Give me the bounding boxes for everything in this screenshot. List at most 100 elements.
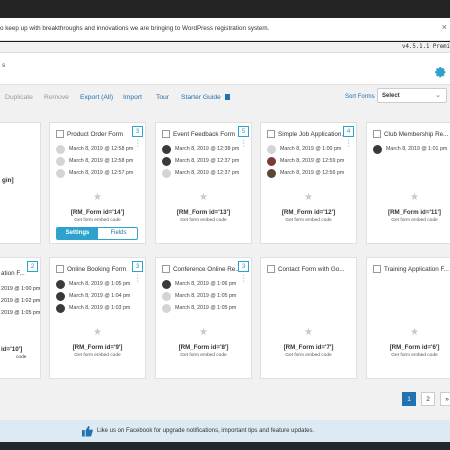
gear-icon[interactable] <box>433 65 447 79</box>
embed-code-link[interactable]: code <box>16 355 26 360</box>
embed-code-link[interactable]: Get form embed code <box>261 218 356 223</box>
form-select-checkbox[interactable] <box>267 265 275 273</box>
submission-count-badge[interactable]: 5 <box>238 126 249 137</box>
star-icon[interactable]: ★ <box>261 327 356 338</box>
export-all-button[interactable]: Export (All) <box>80 94 113 101</box>
submission-date: March 8, 2019 @ 12:59 pm <box>280 158 345 164</box>
submission-count-badge[interactable]: 3 <box>132 261 143 272</box>
form-title[interactable]: Contact Form with Go... <box>278 266 356 273</box>
more-options-icon[interactable]: · · · <box>137 137 139 150</box>
page-button-1[interactable]: 1 <box>402 392 416 406</box>
form-title[interactable]: Online Booking Form <box>67 266 135 273</box>
form-title[interactable]: Product Order Form <box>67 131 135 138</box>
embed-code-link[interactable]: Get form embed code <box>261 353 356 358</box>
form-select-checkbox[interactable] <box>56 130 64 138</box>
form-title[interactable]: Club Membership Re... <box>384 131 450 138</box>
page-button-2[interactable]: 2 <box>421 392 435 406</box>
submission-date: March 8, 2019 @ 1:05 pm <box>175 293 237 299</box>
form-select-checkbox[interactable] <box>162 265 170 273</box>
form-title[interactable]: Training Application F... <box>384 266 450 273</box>
embed-code-link[interactable]: Get form embed code <box>50 218 145 223</box>
submission-date: March 8, 2019 @ 12:57 pm <box>69 170 134 176</box>
form-select-checkbox[interactable] <box>373 265 381 273</box>
import-button[interactable]: Import <box>123 94 142 101</box>
submission-count-badge[interactable]: 3 <box>238 261 249 272</box>
sort-forms-label: Sort Forms <box>345 94 375 100</box>
chevron-down-icon: ⌄ <box>435 92 441 99</box>
more-options-icon[interactable]: · · · <box>137 272 139 285</box>
more-options-icon[interactable]: · · · <box>243 137 245 150</box>
star-icon[interactable]: ★ <box>50 192 145 203</box>
next-page-button[interactable]: » <box>440 392 450 406</box>
form-card-partial[interactable]: gin] <box>0 122 41 244</box>
form-card[interactable]: Club Membership Re... March 8, 2019 @ 1:0… <box>366 122 450 244</box>
form-select-checkbox[interactable] <box>162 130 170 138</box>
star-icon[interactable]: ★ <box>261 192 356 203</box>
avatar <box>56 145 65 154</box>
embed-code-link[interactable]: Get form embed code <box>156 353 251 358</box>
form-card[interactable]: Product Order Form 3 · · · March 8, 2019 @ 12… <box>49 122 146 244</box>
star-icon[interactable]: ★ <box>50 327 145 338</box>
form-shortcode: [RM_Form id='12'] <box>281 209 336 216</box>
form-shortcode: [RM_Form id='6'] <box>389 344 440 351</box>
more-options-icon[interactable]: · · · <box>348 137 350 150</box>
form-card[interactable]: Contact Form with Go... ★ [RM_Form id='7']… <box>260 257 357 379</box>
avatar <box>56 292 65 301</box>
avatar <box>267 157 276 166</box>
form-select-checkbox[interactable] <box>267 130 275 138</box>
form-title[interactable]: Event Feedback Form <box>173 131 241 138</box>
embed-code-link[interactable]: Get form embed code <box>50 353 145 358</box>
form-title[interactable]: Simple Job Application... <box>278 131 346 138</box>
submission-count-badge[interactable]: 3 <box>132 126 143 137</box>
submission-date: March 8, 2019 @ 12:37 pm <box>175 158 240 164</box>
submission-date: March 8, 2019 @ 12:38 pm <box>175 146 240 152</box>
form-card[interactable]: Online Booking Form 3 · · · March 8, 2019 @ 1… <box>49 257 146 379</box>
form-card[interactable]: Simple Job Application... 4 · · · March 8, 20… <box>260 122 357 244</box>
footer-text: Like us on Facebook for upgrade notifica… <box>97 428 315 434</box>
form-select-checkbox[interactable] <box>56 265 64 273</box>
star-icon[interactable]: ★ <box>156 327 251 338</box>
starter-guide-label: Starter Guide <box>181 94 221 101</box>
admin-bottom-bar <box>0 442 450 450</box>
form-title[interactable]: Conference Online Re... <box>173 266 241 273</box>
card-title: ation F... <box>1 270 25 277</box>
avatar <box>162 304 171 313</box>
settings-button[interactable]: Settings <box>57 228 98 239</box>
avatar <box>56 157 65 166</box>
remove-button[interactable]: Remove <box>44 94 69 101</box>
submission-date: March 8, 2019 @ 1:00 pm <box>280 146 342 152</box>
form-card-partial[interactable]: ation F... 2 2019 @ 1:00 pm 2019 @ 1:02 … <box>0 257 41 379</box>
avatar <box>162 145 171 154</box>
form-select-checkbox[interactable] <box>373 130 381 138</box>
book-icon <box>224 94 230 101</box>
submission-count-badge[interactable]: 2 <box>27 261 38 272</box>
avatar <box>162 280 171 289</box>
avatar <box>162 292 171 301</box>
duplicate-button[interactable]: Duplicate <box>5 94 33 101</box>
embed-code-link[interactable]: Get form embed code <box>367 218 450 223</box>
star-icon[interactable]: ★ <box>367 192 450 203</box>
embed-code-link[interactable]: Get form embed code <box>156 218 251 223</box>
avatar <box>267 169 276 178</box>
starter-guide-button[interactable]: Starter Guide <box>181 94 230 101</box>
page-title: s <box>2 62 6 69</box>
star-icon[interactable]: ★ <box>156 192 251 203</box>
thumbs-up-icon[interactable] <box>82 425 93 437</box>
form-card[interactable]: Training Application F... ★ [RM_Form id='6… <box>366 257 450 379</box>
form-card[interactable]: Conference Online Re... 3 · · · March 8, 2019… <box>155 257 252 379</box>
sort-forms-select[interactable]: Select ⌄ <box>377 88 447 103</box>
star-icon[interactable]: ★ <box>367 327 450 338</box>
submission-date: March 8, 2019 @ 1:05 pm <box>175 305 237 311</box>
avatar <box>56 169 65 178</box>
card-title: gin] <box>2 177 14 184</box>
fields-button[interactable]: Fields <box>98 228 137 239</box>
submission-date: March 8, 2019 @ 1:01 pm <box>386 146 448 152</box>
submission-date: March 8, 2019 @ 1:05 pm <box>69 281 131 287</box>
submission-count-badge[interactable]: 4 <box>343 126 354 137</box>
close-icon[interactable]: × <box>442 22 447 32</box>
more-options-icon[interactable]: · · · <box>243 272 245 285</box>
embed-code-link[interactable]: Get form embed code <box>367 353 450 358</box>
version-bar: v4.5.1.1 Premi <box>0 42 450 53</box>
tour-button[interactable]: Tour <box>156 94 169 101</box>
form-card[interactable]: Event Feedback Form 5 · · · March 8, 2019 @ 1… <box>155 122 252 244</box>
